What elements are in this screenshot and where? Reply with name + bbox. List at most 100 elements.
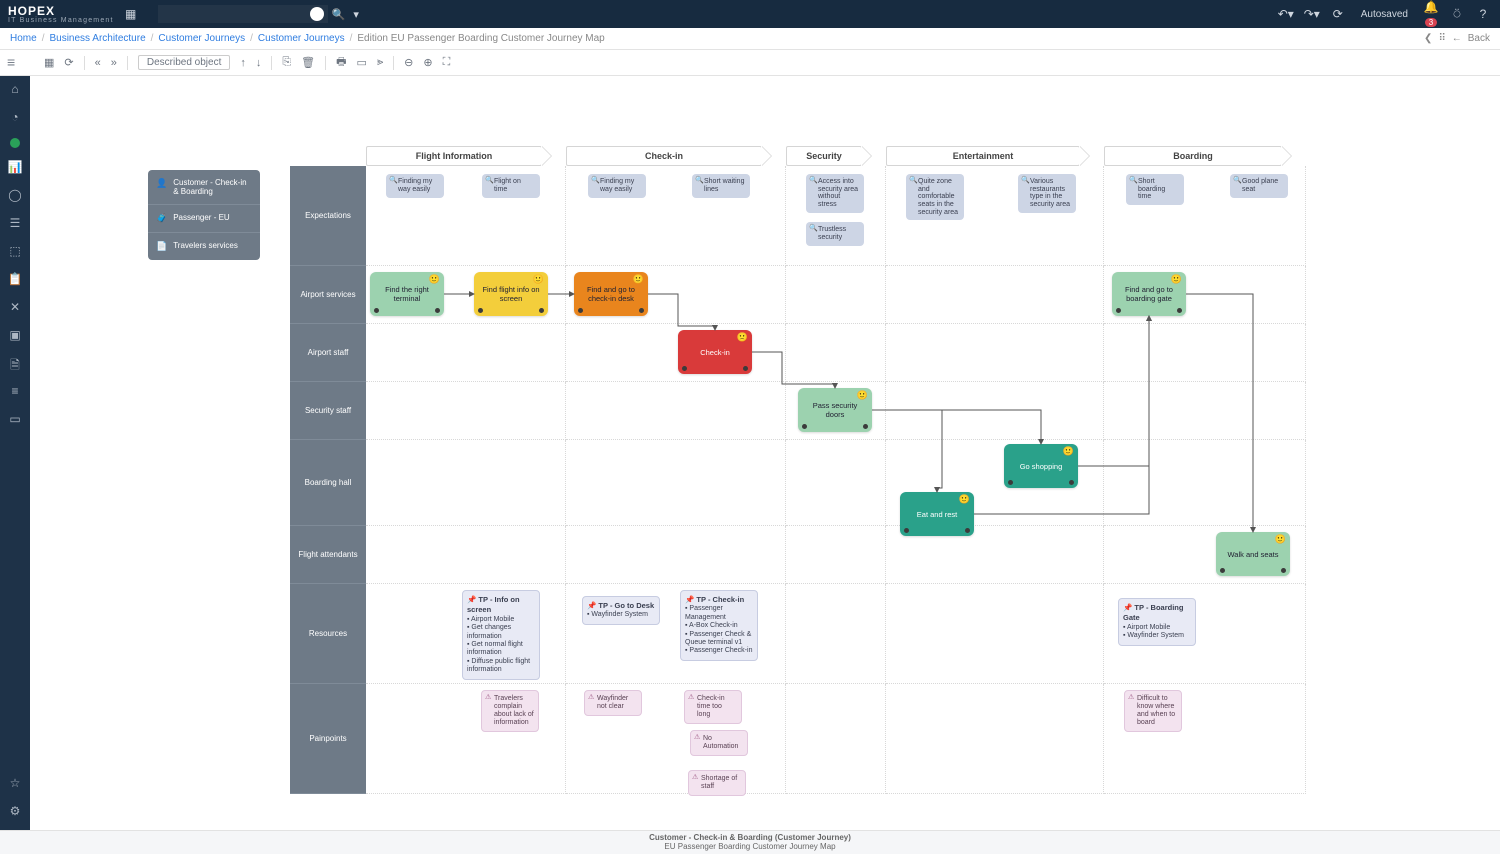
database-icon[interactable]: ≡	[7, 384, 23, 400]
export-icon[interactable]: ▭	[357, 56, 367, 69]
list2-icon[interactable]: ☰	[7, 216, 23, 232]
hamburger-icon[interactable]: ≡	[7, 54, 15, 70]
print-icon[interactable]: 🖶	[336, 53, 346, 72]
touchpoint-card[interactable]: 🙂Find and go to boarding gate	[1112, 272, 1186, 316]
notifications-icon[interactable]: 🔔3	[1422, 0, 1440, 28]
lane-header: Boarding hall	[290, 440, 366, 526]
status-a: Customer - Check-in & Boarding (Customer…	[649, 833, 851, 842]
brand: HOPEX IT Business Management	[8, 5, 114, 24]
layout-icon[interactable]: ▣	[7, 328, 23, 344]
help-icon[interactable]: ?	[1474, 7, 1492, 21]
resource-card[interactable]: 📌 TP - Go to Desk▪ Wayfinder System	[582, 596, 660, 625]
apps-icon[interactable]: ▦	[122, 7, 140, 21]
list-icon[interactable]: ⠿	[1438, 33, 1445, 44]
report-icon[interactable]: 🗎	[7, 356, 23, 372]
breadcrumbs: Home/Business Architecture/Customer Jour…	[0, 28, 1500, 50]
lane-header: Expectations	[290, 166, 366, 266]
globe-icon[interactable]: ◯	[7, 188, 23, 204]
persona-icon: 👤	[156, 178, 167, 196]
next-icon[interactable]: »	[111, 57, 117, 69]
touchpoint-card[interactable]: 🙂Find the right terminal	[370, 272, 444, 316]
expectation-card[interactable]: Short waiting lines	[692, 174, 750, 198]
described-object[interactable]: Described object	[138, 55, 230, 70]
breadcrumb-link[interactable]: Business Architecture	[49, 33, 145, 44]
clipboard-icon[interactable]: 📋	[7, 272, 23, 288]
reload-icon[interactable]: ⟳	[64, 56, 73, 69]
search-dropdown-icon[interactable]: ▾	[353, 8, 359, 21]
status-bar: Customer - Check-in & Boarding (Customer…	[0, 830, 1500, 854]
face-icon: 🙂	[857, 390, 868, 401]
phase-header: Check-in	[566, 146, 762, 166]
expectation-card[interactable]: Access into security area without stress	[806, 174, 864, 213]
up-icon[interactable]: ↑	[240, 57, 246, 69]
touchpoint-card[interactable]: 🙂Pass security doors	[798, 388, 872, 432]
settings-icon[interactable]: ⚙	[7, 804, 23, 820]
fullscreen-icon[interactable]: ⛶	[443, 56, 451, 69]
services-icon: 📄	[156, 241, 167, 252]
search-input[interactable]	[158, 5, 328, 23]
top-bar: HOPEX IT Business Management ▦ 🔍 ▾ ↶▾ ↷▾…	[0, 0, 1500, 28]
zoom-out-icon[interactable]: ⊖	[404, 56, 413, 69]
back-label[interactable]: Back	[1468, 33, 1490, 44]
canvas[interactable]: 👤 Customer - Check-in & Boarding 🧳 Passeng…	[30, 76, 1500, 830]
star-icon[interactable]: ☆	[7, 776, 23, 792]
back-arrow-icon[interactable]: ←	[1452, 33, 1462, 44]
painpoint-card[interactable]: Travelers complain about lack of informa…	[481, 690, 539, 732]
expectation-card[interactable]: Short boarding time	[1126, 174, 1184, 205]
touchpoint-card[interactable]: 🙂Find flight info on screen	[474, 272, 548, 316]
breadcrumb-link[interactable]: Customer Journeys	[158, 33, 245, 44]
painpoint-card[interactable]: Difficult to know where and when to boar…	[1124, 690, 1182, 732]
tools-icon[interactable]: ✕	[7, 300, 23, 316]
breadcrumb-link[interactable]: Customer Journeys	[258, 33, 345, 44]
painpoint-card[interactable]: Check-in time too long	[684, 690, 742, 724]
grid-icon[interactable]: ▦	[44, 56, 54, 69]
zoom-in-icon[interactable]: ⊕	[423, 56, 432, 69]
expectation-card[interactable]: Various restaurants type in the security…	[1018, 174, 1076, 213]
lane-header: Security staff	[290, 382, 366, 440]
user-icon[interactable]: ⍥	[1448, 7, 1466, 22]
info-card: 👤 Customer - Check-in & Boarding 🧳 Passeng…	[148, 170, 260, 260]
search-icon[interactable]: 🔍	[332, 8, 346, 21]
resource-card[interactable]: 📌 TP - Check-in▪ Passenger Management▪ A…	[680, 590, 758, 661]
resource-card[interactable]: 📌 TP - Info on screen▪ Airport Mobile▪ G…	[462, 590, 540, 680]
resource-card[interactable]: 📌 TP - Boarding Gate▪ Airport Mobile▪ Wa…	[1118, 598, 1196, 646]
painpoint-card[interactable]: No Automation	[690, 730, 748, 756]
share-icon[interactable]: ⪢	[377, 56, 383, 69]
dashboard-icon[interactable]: ◔	[7, 110, 23, 126]
undo-icon[interactable]: ↶▾	[1277, 7, 1295, 21]
delete-icon[interactable]: 🗑	[301, 56, 315, 69]
home-icon[interactable]: ⌂	[7, 82, 23, 98]
journey-grid: Flight InformationCheck-inSecurityEntert…	[290, 146, 1306, 794]
face-icon: 🙂	[1275, 534, 1286, 545]
face-icon: 🙂	[1063, 446, 1074, 457]
painpoint-card[interactable]: Wayfinder not clear	[584, 690, 642, 716]
touchpoint-card[interactable]: 🙂Find and go to check-in desk	[574, 272, 648, 316]
active-dot-icon[interactable]	[10, 138, 20, 148]
expectation-card[interactable]: Finding my way easily	[588, 174, 646, 198]
search-clear-icon[interactable]	[310, 7, 324, 21]
info-passenger: Passenger - EU	[173, 213, 229, 224]
redo-icon[interactable]: ↷▾	[1303, 7, 1321, 21]
breadcrumb-link[interactable]: Home	[10, 33, 37, 44]
expectation-card[interactable]: Quite zone and comfortable seats in the …	[906, 174, 964, 220]
expectation-card[interactable]: Flight on time	[482, 174, 540, 198]
expectation-card[interactable]: Finding my way easily	[386, 174, 444, 198]
touchpoint-card[interactable]: 🙂Go shopping	[1004, 444, 1078, 488]
face-icon: 🙂	[533, 274, 544, 285]
down-icon[interactable]: ↓	[256, 57, 262, 69]
refresh-icon[interactable]: ⟳	[1329, 7, 1347, 21]
prev-icon[interactable]: ❮	[1424, 33, 1432, 44]
first-icon[interactable]: «	[95, 57, 101, 69]
face-icon: 🙂	[429, 274, 440, 285]
copy-icon[interactable]: ⎘	[282, 56, 291, 69]
card-icon[interactable]: ▭	[7, 412, 23, 428]
touchpoint-card[interactable]: 🙁Check-in	[678, 330, 752, 374]
info-title: Customer - Check-in & Boarding	[173, 178, 252, 196]
touchpoint-card[interactable]: 🙂Walk and seats	[1216, 532, 1290, 576]
expectation-card[interactable]: Trustless security	[806, 222, 864, 246]
chart-icon[interactable]: 📊	[7, 160, 23, 176]
passenger-icon: 🧳	[156, 213, 167, 224]
painpoint-card[interactable]: Shortage of staff	[688, 770, 746, 796]
expectation-card[interactable]: Good plane seat	[1230, 174, 1288, 198]
box-icon[interactable]: ⬚	[7, 244, 23, 260]
